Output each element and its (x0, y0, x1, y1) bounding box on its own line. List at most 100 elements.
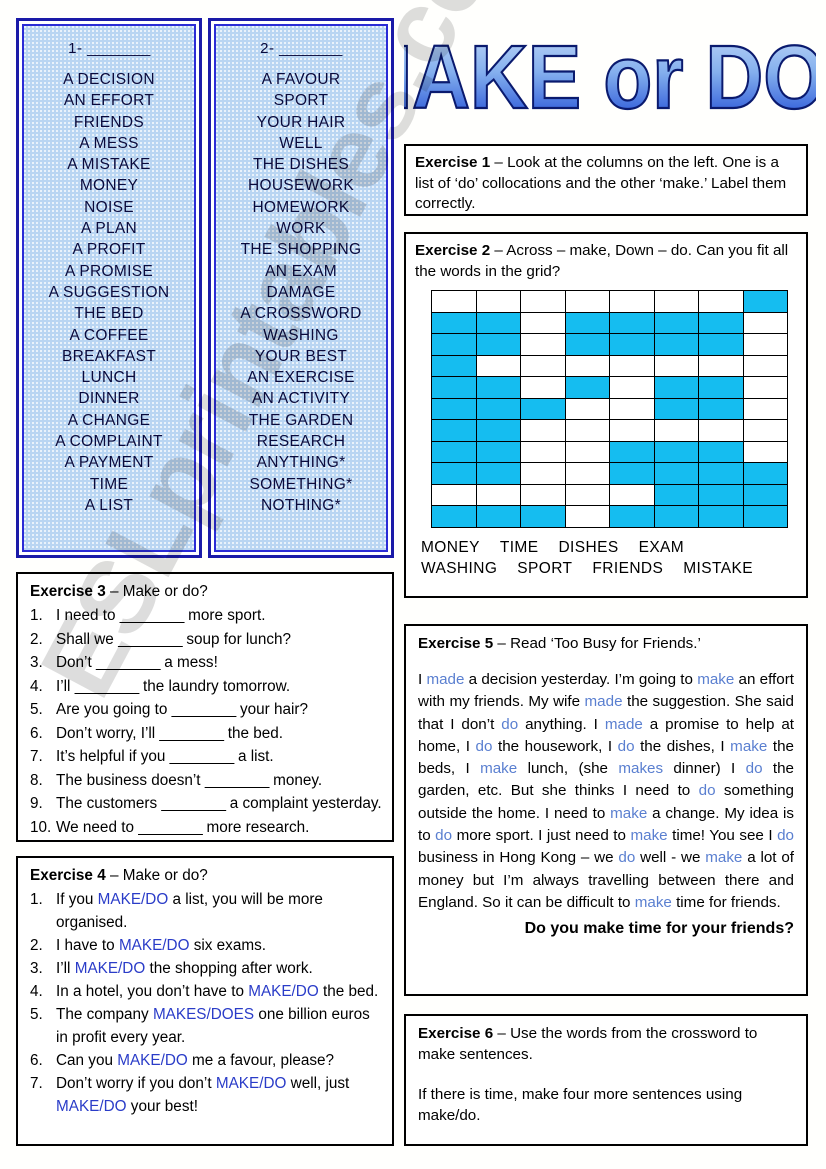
crossword-cell[interactable] (564, 462, 610, 485)
crossword-cell[interactable] (609, 397, 655, 420)
answer-blank[interactable]: ________ (75, 678, 140, 695)
crossword-cell[interactable] (564, 419, 610, 442)
make-do-choice[interactable]: MAKE/DO (56, 1098, 127, 1115)
answer-blank[interactable]: ________ (96, 654, 161, 671)
crossword-cell[interactable] (698, 354, 744, 377)
crossword-cell[interactable] (742, 376, 788, 399)
answer-blank[interactable]: ________ (205, 772, 270, 789)
answer-blank[interactable]: ________ (170, 748, 235, 765)
crossword-cell (653, 440, 699, 463)
crossword-cell[interactable] (564, 440, 610, 463)
exercise-5-label: Exercise 5 (418, 635, 494, 652)
item-number: 10. (30, 818, 52, 836)
crossword-cell[interactable] (698, 290, 744, 313)
answer-blank[interactable]: ________ (161, 795, 226, 812)
crossword-grid[interactable] (431, 290, 788, 528)
crossword-cell[interactable] (520, 419, 566, 442)
crossword-cell[interactable] (520, 311, 566, 334)
word-column-2-heading[interactable]: 2- ________ (216, 40, 386, 57)
crossword-cell[interactable] (742, 311, 788, 334)
crossword-cell[interactable] (564, 397, 610, 420)
make-do-choice[interactable]: MAKE/DO (119, 937, 190, 954)
crossword-cell[interactable] (742, 397, 788, 420)
crossword-cell[interactable] (520, 440, 566, 463)
make-do-choice[interactable]: MAKE/DO (248, 983, 319, 1000)
paragraph-text: the housework, I (492, 737, 618, 755)
crossword-cell[interactable] (431, 290, 477, 313)
make-do-choice[interactable]: MAKE/DO (75, 960, 146, 977)
crossword-cell[interactable] (475, 290, 521, 313)
answer-blank[interactable]: ________ (120, 607, 185, 624)
word-item: AN EXERCISE (247, 369, 355, 387)
crossword-cell[interactable] (653, 419, 699, 442)
crossword-cell[interactable] (564, 290, 610, 313)
crossword-cell[interactable] (609, 419, 655, 442)
crossword-cell (475, 376, 521, 399)
crossword-cell[interactable] (564, 483, 610, 506)
crossword-cell[interactable] (609, 376, 655, 399)
word-column-1-heading[interactable]: 1- ________ (24, 40, 194, 57)
crossword-cell[interactable] (520, 483, 566, 506)
item-text-after: more sport. (183, 607, 266, 624)
exercise-5-closing: Do you make time for your friends? (524, 920, 794, 938)
make-do-choice[interactable]: MAKE/DO (98, 891, 169, 908)
item-number: 6. (30, 1052, 43, 1069)
crossword-cell (475, 505, 521, 528)
answer-blank[interactable]: ________ (159, 725, 224, 742)
item-text-before: We need to (56, 818, 139, 836)
crossword-cell[interactable] (742, 440, 788, 463)
item-text: I’ll (56, 960, 75, 977)
word-item: WASHING (263, 326, 339, 344)
crossword-cell[interactable] (564, 354, 610, 377)
item-text-before: I’ll (56, 677, 75, 695)
item-text: The company (56, 1006, 153, 1023)
word-item: HOUSEWORK (247, 177, 355, 195)
crossword-cell[interactable] (742, 354, 788, 377)
exercise-2-box: Exercise 2 – Across – make, Down – do. C… (404, 232, 808, 598)
crossword-cell[interactable] (520, 290, 566, 313)
crossword-cell[interactable] (564, 505, 610, 528)
crossword-cell[interactable] (431, 483, 477, 506)
item-text: Can you (56, 1052, 118, 1069)
crossword-cell[interactable] (475, 354, 521, 377)
crossword-cell[interactable] (698, 419, 744, 442)
crossword-cell (431, 440, 477, 463)
highlighted-verb: make (480, 760, 518, 778)
answer-blank[interactable]: ________ (172, 701, 237, 718)
item-text-before: Don’t worry, I’ll (56, 724, 160, 742)
crossword-cell[interactable] (475, 483, 521, 506)
crossword-cell[interactable] (609, 290, 655, 313)
crossword-cell[interactable] (653, 354, 699, 377)
word-item: A PAYMENT (64, 454, 154, 472)
crossword-cell[interactable] (742, 419, 788, 442)
answer-blank[interactable]: ________ (118, 631, 183, 648)
crossword-cell[interactable] (520, 354, 566, 377)
page-title: MAKE or DO? (404, 24, 816, 134)
crossword-cell[interactable] (520, 462, 566, 485)
item-number: 4. (30, 983, 43, 1000)
make-do-choice[interactable]: MAKES/DOES (153, 1006, 254, 1023)
word-column-2: 2- ________ A FAVOUR SPORT YOUR HAIR WELL TH… (208, 18, 394, 558)
crossword-cell[interactable] (609, 483, 655, 506)
answer-blank[interactable]: ________ (138, 819, 203, 836)
item-number: 2. (30, 937, 43, 954)
crossword-cell[interactable] (653, 290, 699, 313)
exercise-3-list: 1. I need to ________ more sport. 2. Shall … (30, 604, 382, 839)
make-do-choice[interactable]: MAKE/DO (216, 1075, 287, 1092)
paragraph-text: time for friends. (671, 893, 781, 911)
crossword-cell[interactable] (520, 376, 566, 399)
crossword-cell[interactable] (742, 333, 788, 356)
crossword-cell[interactable] (520, 333, 566, 356)
paragraph-text: business in Hong Kong – we (418, 849, 619, 867)
word-item: A LIST (84, 496, 134, 514)
exercise-1-title: Exercise 1 – Look at the columns on the … (415, 153, 797, 215)
exercise-3-item: 5. Are you going to ________ your hair? (30, 698, 382, 722)
item-text-after: your hair? (235, 701, 308, 718)
make-do-choice[interactable]: MAKE/DO (117, 1052, 188, 1069)
item-text-before: It’s helpful if you (56, 748, 170, 765)
crossword-cell[interactable] (609, 354, 655, 377)
crossword-row (431, 397, 788, 420)
word-item: RESEARCH (256, 433, 346, 451)
item-number: 8. (30, 771, 43, 789)
item-text: your best! (126, 1098, 198, 1115)
